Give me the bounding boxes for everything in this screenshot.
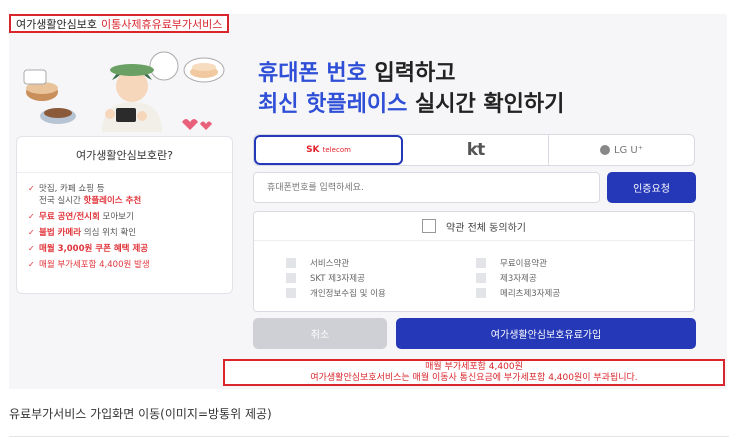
carrier-option-lgu[interactable]: LG U⁺ [549, 135, 694, 165]
benefit-text: 전국 실시간 [39, 196, 84, 206]
term-label: 서비스약관 [310, 259, 350, 269]
service-name: 여가생활안심보호 [16, 18, 97, 31]
term-label: 개인정보수집 및 이용 [310, 289, 386, 299]
carrier-selector: SK telecom kt LG U⁺ [253, 134, 695, 166]
paid-signup-button[interactable]: 여가생활안심보호유료가입 [396, 318, 696, 349]
term-item[interactable]: 개인정보수집 및 이용 [286, 287, 386, 299]
speech-bubble-icon [23, 69, 47, 85]
agree-all-label: 약관 전체 동의하기 [446, 222, 526, 234]
carrier-option-kt[interactable]: kt [403, 135, 549, 165]
term-label: 메리츠제3자제공 [500, 289, 561, 299]
lgu-logo: LG U⁺ [599, 144, 644, 156]
benefit-item: 매월 부가세포함 4,400원 발생 [28, 259, 220, 271]
benefit-text: 모아보기 [99, 212, 134, 222]
term-item[interactable]: 메리츠제3자제공 [476, 287, 560, 299]
service-type: 이통사제휴유료부가서비스 [100, 18, 223, 31]
service-title-badge: 여가생활안심보호 이통사제휴유료부가서비스 [9, 14, 230, 33]
benefit-item: 무료 공연/전시회 모아보기 [28, 211, 220, 223]
term-item[interactable]: SKT 제3자제공 [286, 272, 365, 284]
headline-text-2: 실시간 확인하기 [415, 92, 565, 117]
term-item[interactable]: 서비스약관 [286, 257, 349, 269]
lgu-logo-text: LG U⁺ [613, 144, 644, 156]
headline-text-1: 입력하고 [374, 61, 456, 86]
benefit-item: 매월 3,000원 쿠폰 혜택 제공 [28, 243, 220, 255]
term-checkbox[interactable] [286, 273, 296, 283]
term-item[interactable]: 제3자제공 [476, 272, 537, 284]
image-caption: 유료부가서비스 가입화면 이동(이미지=방통위 제공) [9, 407, 272, 421]
thought-bubble-icon [149, 51, 179, 81]
benefit-highlight: 무료 공연/전시회 [39, 212, 100, 222]
info-card-title: 여가생활안심보호란? [17, 137, 232, 173]
illustration-person-with-phone [23, 51, 225, 132]
agree-all-checkbox[interactable] [422, 219, 437, 233]
benefit-text: 의심 위치 확인 [81, 228, 137, 238]
phone-number-input[interactable] [253, 172, 600, 203]
benefit-highlight: 핫플레이스 추천 [83, 196, 142, 206]
terms-box: 약관 전체 동의하기 서비스약관 무료이용약관 SKT 제3자제공 제3자제공 … [253, 211, 695, 312]
benefit-item: 맛집, 카페 쇼핑 등전국 실시간 핫플레이스 추천 [28, 183, 220, 207]
benefit-highlight: 매월 3,000원 쿠폰 혜택 제공 [39, 244, 149, 254]
term-checkbox[interactable] [476, 288, 486, 298]
billing-notice: 매월 부가세포함 4,400원 여가생활안심보호서비스는 매월 이동사 통신요금… [223, 359, 725, 386]
headline: 휴대폰 번호 입력하고 최신 핫플레이스 실시간 확인하기 [258, 58, 564, 120]
term-label: 무료이용약관 [500, 259, 547, 269]
skt-logo: SK telecom [306, 145, 351, 155]
skt-logo-brand: SK [306, 145, 320, 155]
heart-icon [182, 119, 198, 130]
lgu-circle-icon [599, 145, 610, 155]
agree-all-row[interactable]: 약관 전체 동의하기 [254, 212, 694, 241]
headline-highlight-1: 휴대폰 번호 [258, 61, 367, 86]
notice-line-2: 여가생활안심보호서비스는 매월 이동사 통신요금에 부가세포함 4,400원이 … [310, 373, 638, 383]
skt-logo-sub: telecom [322, 146, 351, 154]
cancel-button[interactable]: 취소 [253, 318, 387, 349]
term-checkbox[interactable] [476, 273, 486, 283]
term-checkbox[interactable] [476, 258, 486, 268]
carrier-option-skt[interactable]: SK telecom [254, 135, 403, 165]
headline-highlight-2: 최신 핫플레이스 [258, 92, 408, 117]
benefit-item: 불법 카메라 의심 위치 확인 [28, 227, 220, 239]
service-info-card: 여가생활안심보호란? 맛집, 카페 쇼핑 등전국 실시간 핫플레이스 추천 무료… [16, 136, 233, 294]
benefit-text: 매월 부가세포함 4,400원 발생 [39, 260, 150, 270]
divider [9, 436, 729, 437]
benefit-highlight: 불법 카메라 [39, 228, 82, 238]
term-checkbox[interactable] [286, 258, 296, 268]
term-item[interactable]: 무료이용약관 [476, 257, 547, 269]
term-label: 제3자제공 [500, 274, 537, 284]
auth-request-button[interactable]: 인증요청 [607, 172, 696, 203]
term-label: SKT 제3자제공 [310, 274, 365, 284]
kt-logo: kt [466, 140, 485, 160]
phone-icon [116, 108, 136, 122]
benefit-text: 맛집, 카페 쇼핑 등 [39, 184, 105, 194]
term-checkbox[interactable] [286, 288, 296, 298]
notice-line-1: 매월 부가세포함 4,400원 [425, 362, 523, 372]
benefit-list: 맛집, 카페 쇼핑 등전국 실시간 핫플레이스 추천 무료 공연/전시회 모아보… [17, 173, 232, 271]
